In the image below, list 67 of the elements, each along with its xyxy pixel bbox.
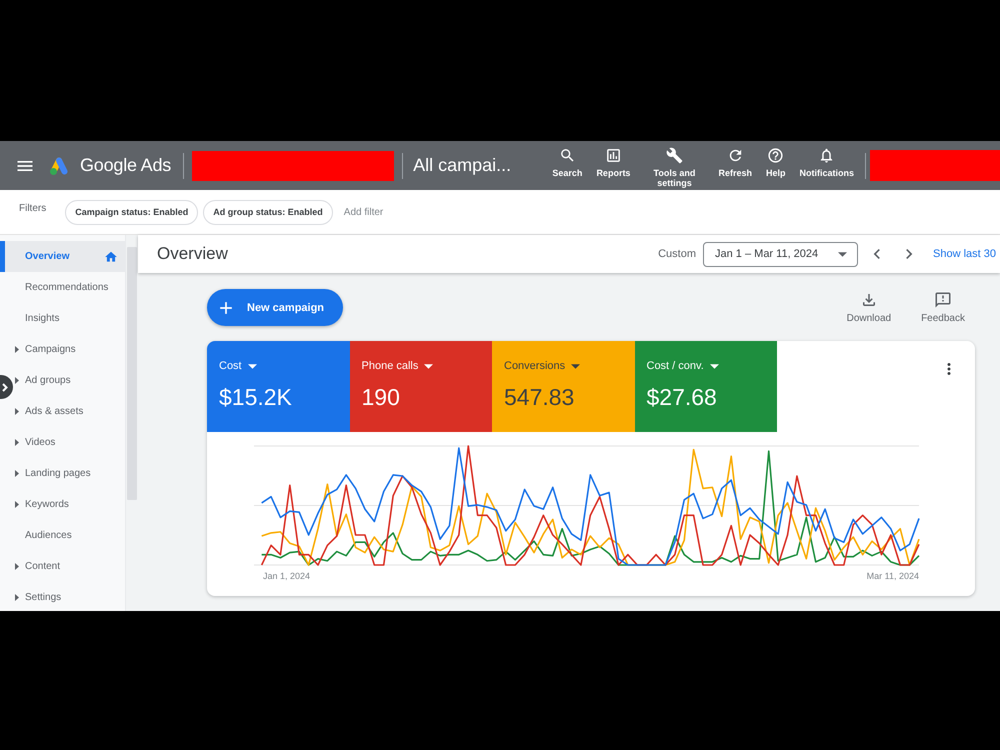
nav-item[interactable]: Landing pages xyxy=(13,458,125,489)
wrench-icon xyxy=(666,147,683,164)
filter-chip[interactable]: Campaign status: Enabled xyxy=(65,200,198,224)
axis-label: Jan 1, 2024 xyxy=(263,571,310,581)
nav-item[interactable]: Videos xyxy=(13,427,125,458)
metric-dropdown[interactable]: Cost xyxy=(219,359,257,373)
filter-chip[interactable]: Ad group status: Enabled xyxy=(203,200,333,224)
date-range-dropdown[interactable]: Jan 1 – Mar 11, 2024 xyxy=(703,242,858,266)
caret-icon xyxy=(15,563,19,570)
nav-item[interactable]: Content xyxy=(13,551,125,582)
metric-dropdown[interactable]: Phone calls xyxy=(362,359,434,373)
caret-icon xyxy=(424,364,434,368)
toolbar-button[interactable]: Notifications xyxy=(792,141,861,190)
nav-item[interactable]: Ads & assets xyxy=(13,396,125,427)
caret-icon xyxy=(15,470,19,477)
page-title: Overview xyxy=(157,244,228,264)
caret-icon xyxy=(838,252,848,256)
chevron-right-icon xyxy=(2,382,8,392)
nav-item[interactable]: Keywords xyxy=(13,489,125,520)
toolbar-button[interactable]: Help xyxy=(758,141,792,190)
metric-tile[interactable]: Cost / conv. $27.68 xyxy=(634,341,777,432)
caret-icon xyxy=(15,408,19,415)
nav-item[interactable]: Campaigns xyxy=(13,334,125,365)
nav-item[interactable]: Ad groups xyxy=(13,365,125,396)
toolbar-button[interactable]: Search xyxy=(545,141,590,190)
toolbar-button[interactable]: Refresh xyxy=(711,141,759,190)
nav-item[interactable]: Settings xyxy=(13,582,125,611)
new-campaign-button[interactable]: New campaign xyxy=(207,289,344,326)
caret-icon xyxy=(248,364,257,368)
toolbar-button[interactable]: Tools and settings xyxy=(637,141,712,190)
help-icon xyxy=(767,147,784,164)
speech-bubble-icon xyxy=(934,291,952,309)
search-icon xyxy=(558,147,576,164)
axis-label: Mar 11, 2024 xyxy=(866,571,919,581)
bar-chart-icon xyxy=(604,147,622,164)
metric-tile[interactable]: Conversions 547.83 xyxy=(492,341,634,432)
caret-icon xyxy=(15,501,19,508)
nav-item[interactable]: Insights xyxy=(13,303,125,334)
nav-item[interactable]: Audiences xyxy=(13,520,125,551)
shortcut-link[interactable]: Show last 30 xyxy=(933,248,996,260)
metric-value: 547.83 xyxy=(504,383,574,411)
filters-label: Filters xyxy=(19,202,46,214)
metric-tile[interactable]: Cost $15.2K xyxy=(207,341,350,432)
caret-icon xyxy=(15,439,19,446)
metric-dropdown[interactable]: Conversions xyxy=(504,359,580,373)
product-name: Google Ads xyxy=(80,155,172,176)
metric-value: 190 xyxy=(362,383,400,411)
metric-tile[interactable]: Phone calls 190 xyxy=(350,341,492,432)
metric-value: $15.2K xyxy=(219,383,292,411)
caret-icon xyxy=(15,346,19,353)
add-filter-button[interactable]: Add filter xyxy=(340,206,388,218)
scrollbar-thumb[interactable] xyxy=(127,247,137,500)
nav-item[interactable]: Recommendations xyxy=(13,272,125,303)
metric-dropdown[interactable]: Cost / conv. xyxy=(646,359,719,373)
home-icon xyxy=(104,250,118,264)
caret-icon xyxy=(571,364,580,368)
toolbar-button[interactable]: Download xyxy=(842,289,896,325)
toolbar-button[interactable]: Feedback xyxy=(917,289,969,325)
caret-icon xyxy=(710,364,719,368)
range-label: Custom xyxy=(658,248,696,260)
view-title[interactable]: All campai... xyxy=(413,155,512,176)
logo-icon xyxy=(48,156,70,176)
caret-icon xyxy=(15,594,19,601)
nav-item[interactable]: Overview xyxy=(0,241,125,272)
toolbar-button[interactable]: Reports xyxy=(589,141,638,190)
caret-icon xyxy=(15,377,19,384)
metric-value: $27.68 xyxy=(646,383,717,411)
